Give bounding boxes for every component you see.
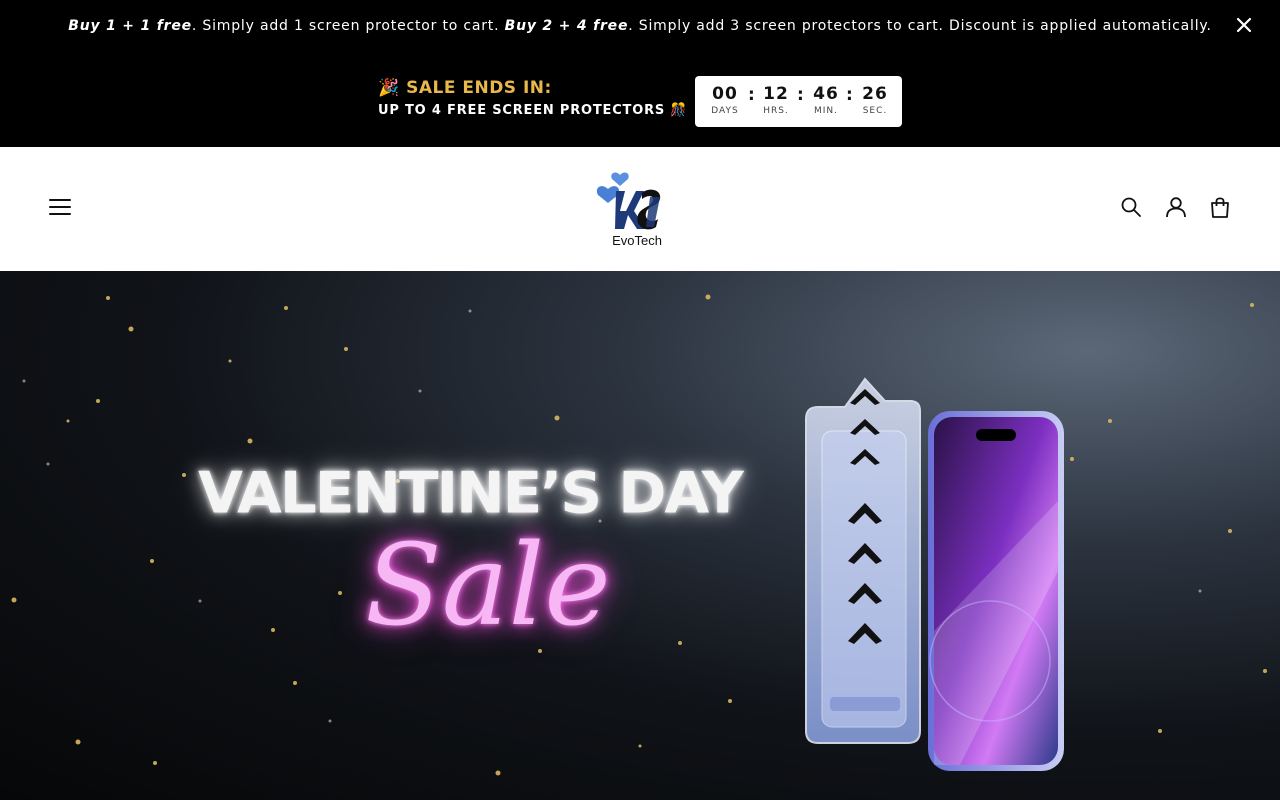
timer-separator: : <box>748 85 755 105</box>
timer-seconds-value: 26 <box>862 84 888 104</box>
hero-script-text: Sale <box>365 521 611 651</box>
timer-minutes-value: 46 <box>813 84 839 104</box>
timer-seconds: 26 SEC. <box>855 84 895 116</box>
sparkles-background <box>11 294 1267 776</box>
hero-banner[interactable]: VALENTINE’S DAY Sale <box>0 271 1280 800</box>
timer-hours: 12 HRS. <box>756 84 796 116</box>
search-icon[interactable] <box>1119 195 1143 219</box>
timer-separator: : <box>797 85 804 105</box>
countdown-timer: 00 DAYS : 12 HRS. : 46 MIN. : 26 SEC. <box>695 76 902 127</box>
account-icon[interactable] <box>1164 195 1188 219</box>
timer-days-label: DAYS <box>711 106 739 116</box>
announcement-detail-2: . Simply add 3 screen protectors to cart… <box>628 18 1212 34</box>
close-icon[interactable] <box>1236 17 1252 33</box>
site-header: EvoTech <box>0 147 1280 271</box>
timer-days: 00 DAYS <box>705 84 745 116</box>
cart-icon[interactable] <box>1208 195 1232 219</box>
hero-title: VALENTINE’S DAY <box>198 459 744 527</box>
screen-protector-product-image <box>805 377 1064 771</box>
timer-minutes: 46 MIN. <box>806 84 846 116</box>
hamburger-menu-icon[interactable] <box>48 195 72 219</box>
announcement-text: Buy 1 + 1 free. Simply add 1 screen prot… <box>0 18 1280 34</box>
timer-minutes-label: MIN. <box>813 106 838 116</box>
sale-subtitle: UP TO 4 FREE SCREEN PROTECTORS 🎊 <box>378 103 687 118</box>
timer-days-value: 00 <box>712 84 738 104</box>
sale-block: 🎉 SALE ENDS IN: UP TO 4 FREE SCREEN PROT… <box>378 78 687 118</box>
logo-mark-icon <box>596 172 661 230</box>
party-popper-icon: 🎉 <box>378 78 400 98</box>
timer-seconds-label: SEC. <box>862 106 888 116</box>
timer-hours-label: HRS. <box>763 106 789 116</box>
timer-separator: : <box>846 85 853 105</box>
countdown-bar: 🎉 SALE ENDS IN: UP TO 4 FREE SCREEN PROT… <box>0 54 1280 147</box>
sale-subtitle-text: UP TO 4 FREE SCREEN PROTECTORS <box>378 103 666 118</box>
sale-title: 🎉 SALE ENDS IN: <box>378 78 687 98</box>
sale-title-text: SALE ENDS IN: <box>406 78 552 98</box>
announcement-bar: Buy 1 + 1 free. Simply add 1 screen prot… <box>0 0 1280 54</box>
confetti-icon: 🎊 <box>670 103 688 118</box>
timer-hours-value: 12 <box>763 84 789 104</box>
logo-text: EvoTech <box>612 233 662 248</box>
logo[interactable]: EvoTech <box>592 167 682 253</box>
announcement-offer-1: Buy 1 + 1 free <box>68 18 192 34</box>
announcement-detail-1: . Simply add 1 screen protector to cart. <box>191 18 505 34</box>
announcement-offer-2: Buy 2 + 4 free <box>504 18 629 34</box>
